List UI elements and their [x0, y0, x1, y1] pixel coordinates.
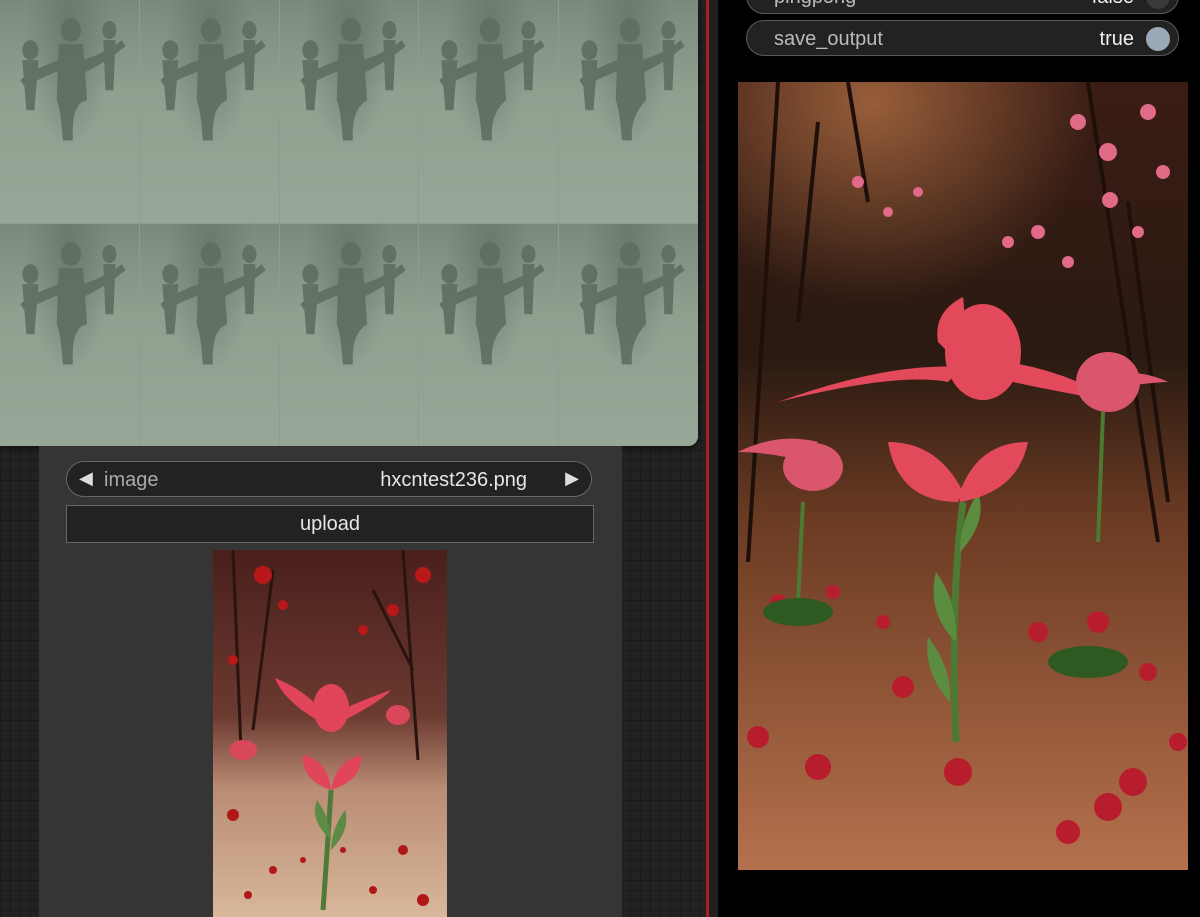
pingpong-toggle[interactable]: pingpong false	[746, 0, 1179, 14]
toggle-label: pingpong	[774, 0, 856, 9]
combo-prev-arrow-icon[interactable]: ◀	[79, 468, 93, 489]
pose-frame	[419, 0, 559, 223]
pose-frame	[559, 223, 698, 446]
panel-divider[interactable]	[706, 0, 709, 917]
input-image-preview	[213, 550, 447, 917]
combo-value[interactable]: hxcntest236.png	[380, 469, 527, 492]
pose-frame	[139, 0, 279, 223]
pose-frame	[139, 223, 279, 446]
pose-grid-preview	[0, 0, 698, 446]
toggle-knob-icon[interactable]	[1146, 0, 1170, 9]
save-output-toggle[interactable]: save_output true	[746, 20, 1179, 56]
output-image-preview	[738, 82, 1188, 870]
upload-button[interactable]: upload	[66, 505, 594, 543]
pose-frame	[279, 223, 419, 446]
pose-frame	[559, 0, 698, 223]
toggle-value: true	[1099, 28, 1134, 50]
toggle-knob-icon[interactable]	[1146, 27, 1170, 51]
pose-frame	[419, 223, 559, 446]
toggle-label: save_output	[774, 28, 883, 50]
pose-frame	[0, 223, 139, 446]
combo-label: image	[104, 469, 159, 491]
pose-frame	[0, 0, 139, 223]
image-combo-widget[interactable]: ◀ image hxcntest236.png ▶	[66, 461, 592, 497]
pose-frame	[279, 0, 419, 223]
toggle-value: false	[1092, 0, 1134, 9]
combo-next-arrow-icon[interactable]: ▶	[565, 468, 579, 489]
